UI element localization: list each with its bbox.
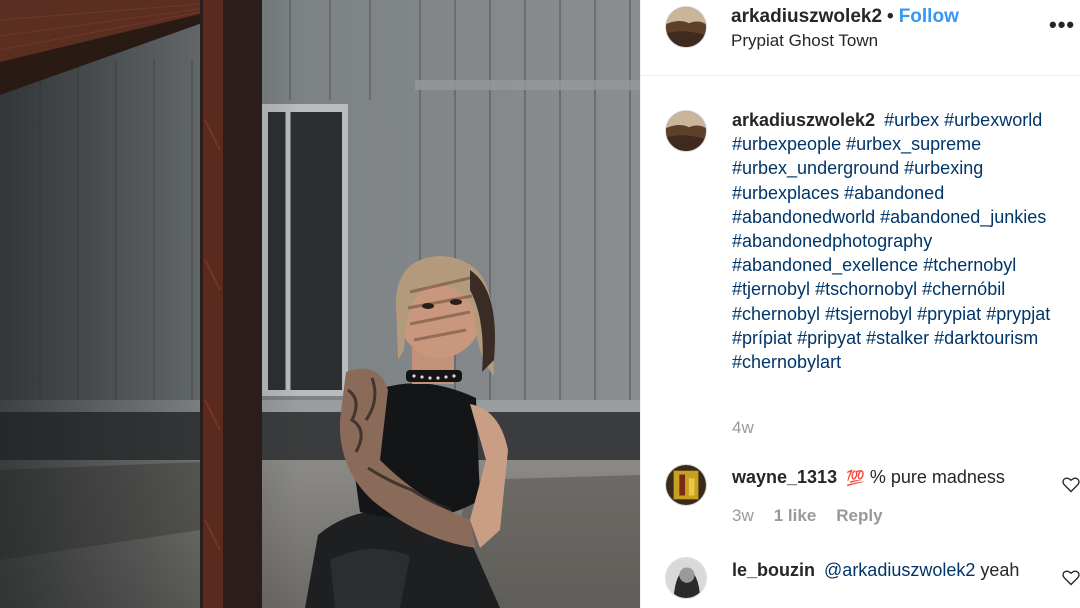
comment-timestamp[interactable]: 3w — [732, 506, 754, 525]
heart-outline-icon[interactable] — [1061, 567, 1080, 587]
hashtag-link[interactable]: #abandoned_exellence — [732, 255, 918, 275]
hashtag-link[interactable]: #urbex_supreme — [846, 134, 981, 154]
post-details-panel: arkadiuszwolek2 • Follow Prypiat Ghost Tow… — [640, 0, 1080, 608]
hashtag-link[interactable]: #chernobyl — [732, 304, 820, 324]
hashtag-link[interactable]: #urbex — [884, 110, 939, 130]
urbex-photo-illustration — [0, 0, 640, 608]
author-avatar[interactable] — [665, 6, 707, 48]
comment-meta: 3w 1 like Reply — [732, 506, 903, 526]
post-photo[interactable] — [0, 0, 640, 608]
hashtag-link[interactable]: #abandoned_junkies — [880, 207, 1046, 227]
hashtag-link[interactable]: #prypjat — [986, 304, 1050, 324]
post-location[interactable]: Prypiat Ghost Town — [731, 31, 878, 51]
hashtag-link[interactable]: #urbexpeople — [732, 134, 841, 154]
post-header: arkadiuszwolek2 • Follow Prypiat Ghost Tow… — [641, 0, 1080, 76]
author-line: arkadiuszwolek2 • Follow — [731, 6, 959, 28]
hashtag-link[interactable]: #chernóbil — [922, 279, 1005, 299]
comment-message: yeah — [980, 560, 1020, 580]
hashtag-link[interactable]: #tsjernobyl — [825, 304, 912, 324]
hashtag-link[interactable]: #abandonedphotography — [732, 231, 932, 251]
hashtag-link[interactable]: #prípiat — [732, 328, 792, 348]
author-username[interactable]: arkadiuszwolek2 — [731, 6, 882, 27]
hashtag-link[interactable]: #urbexplaces — [732, 183, 839, 203]
caption-author-avatar[interactable] — [665, 110, 707, 152]
hashtag-link[interactable]: #tjernobyl — [732, 279, 810, 299]
caption-username[interactable]: arkadiuszwolek2 — [732, 110, 875, 130]
comment-message: % pure madness — [869, 467, 1005, 487]
more-options-icon[interactable]: ••• — [1049, 14, 1077, 38]
hashtag-link[interactable]: #abandonedworld — [732, 207, 875, 227]
hashtag-link[interactable]: #pripyat — [797, 328, 861, 348]
caption-avatar-image — [666, 111, 706, 151]
hashtag-link[interactable]: #abandoned — [844, 183, 944, 203]
separator-dot: • — [887, 6, 894, 27]
follow-button[interactable]: Follow — [899, 6, 959, 27]
hashtag-link[interactable]: #darktourism — [934, 328, 1038, 348]
comment-mention[interactable]: @arkadiuszwolek2 — [824, 560, 975, 580]
comment-username[interactable]: le_bouzin — [732, 560, 815, 580]
post-caption: arkadiuszwolek2 #urbex #urbexworld #urbe… — [732, 108, 1077, 374]
hashtag-link[interactable]: #tschornobyl — [815, 279, 917, 299]
commenter-avatar-image — [666, 558, 706, 598]
hashtag-link[interactable]: #stalker — [866, 328, 929, 348]
heart-outline-icon[interactable] — [1061, 474, 1080, 494]
hashtag-link[interactable]: #urbexing — [904, 158, 983, 178]
commenter-avatar[interactable] — [665, 464, 707, 506]
caption-timestamp[interactable]: 4w — [732, 418, 754, 438]
comment-likes[interactable]: 1 like — [774, 506, 817, 525]
hashtag-list: #urbex #urbexworld #urbexpeople #urbex_s… — [732, 110, 1050, 372]
commenter-avatar-image — [666, 465, 706, 505]
hashtag-link[interactable]: #prypiat — [917, 304, 981, 324]
hashtag-link[interactable]: #tchernobyl — [923, 255, 1016, 275]
hundred-points-icon: 💯 — [846, 470, 865, 487]
commenter-avatar[interactable] — [665, 557, 707, 599]
comment-text: le_bouzin @arkadiuszwolek2 yeah — [732, 558, 1052, 582]
comment-username[interactable]: wayne_1313 — [732, 467, 837, 487]
author-avatar-image — [666, 7, 706, 47]
reply-button[interactable]: Reply — [836, 506, 882, 525]
hashtag-link[interactable]: #chernobylart — [732, 352, 841, 372]
comment-text: wayne_1313 💯 % pure madness — [732, 465, 1052, 491]
hashtag-link[interactable]: #urbex_underground — [732, 158, 899, 178]
hashtag-link[interactable]: #urbexworld — [944, 110, 1042, 130]
